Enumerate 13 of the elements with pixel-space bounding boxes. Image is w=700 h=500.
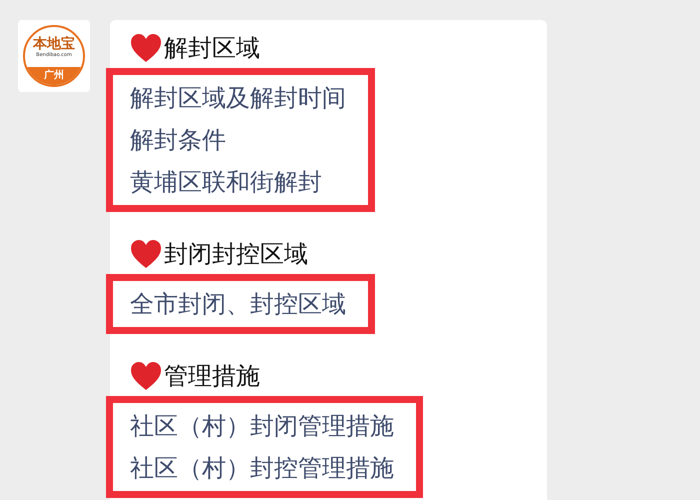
heart-icon — [130, 33, 162, 63]
logo-city: 广州 — [25, 67, 83, 85]
article-link[interactable]: 黄埔区联和街解封 — [130, 161, 346, 203]
heart-icon — [130, 361, 162, 391]
article-link[interactable]: 社区（村）封控管理措施 — [130, 447, 394, 489]
section-heading: 管理措施 — [164, 361, 260, 392]
logo-text: 本地宝 — [33, 36, 75, 52]
article-link[interactable]: 社区（村）封闭管理措施 — [130, 405, 394, 447]
article-link[interactable]: 解封条件 — [130, 119, 346, 161]
section-heading: 封闭封控区域 — [164, 239, 308, 270]
article-link[interactable]: 解封区域及解封时间 — [130, 77, 346, 119]
section-heading: 解封区域 — [164, 33, 260, 64]
heart-icon — [130, 239, 162, 269]
